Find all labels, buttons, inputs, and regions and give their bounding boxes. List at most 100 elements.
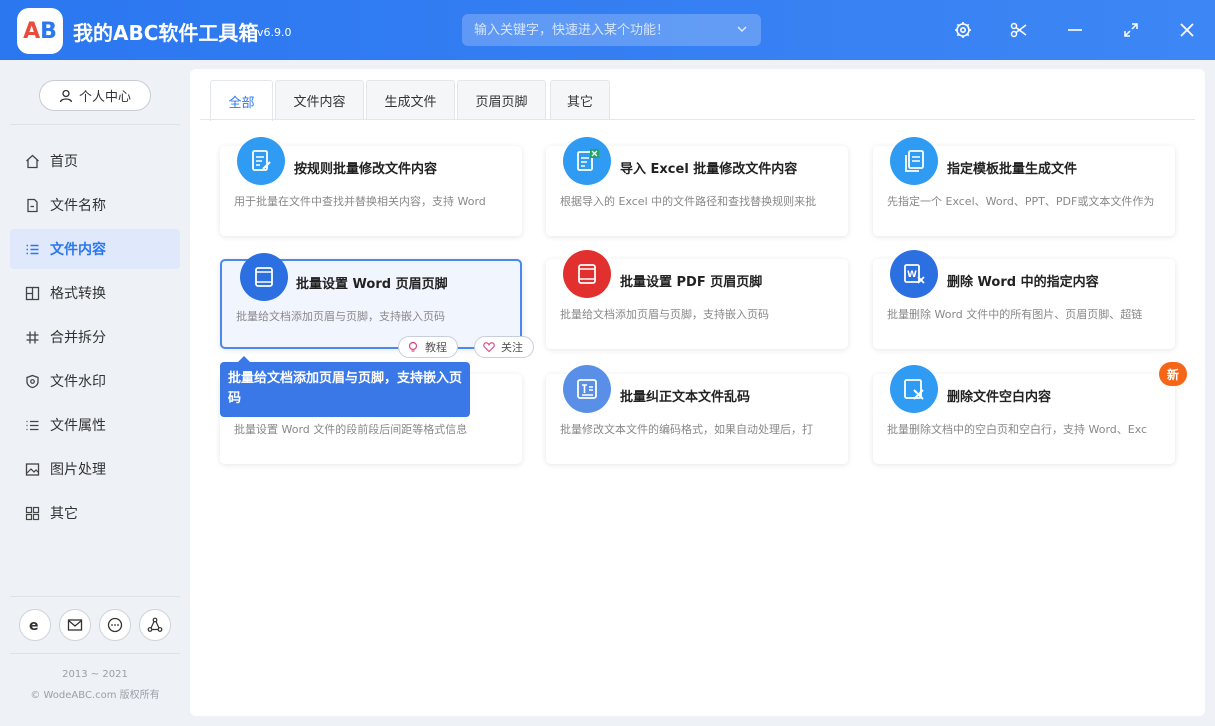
sidebar-item-label: 文件水印 [50,371,106,391]
excel-edit-icon [563,137,611,185]
sidebar-item-label: 合并拆分 [50,327,106,347]
sidebar-item-label: 文件内容 [50,239,106,259]
minimize-icon[interactable] [1065,20,1085,40]
logo-letter-a: A [23,19,40,44]
search-box[interactable] [462,14,761,46]
settings-icon[interactable] [953,20,973,40]
chat-button[interactable] [99,609,131,641]
share-icon [147,617,163,633]
card-description: 批量删除 Word 文件中的所有图片、页眉页脚、超链 [887,306,1163,322]
follow-button[interactable]: 关注 [474,336,534,358]
card-description: 先指定一个 Excel、Word、PPT、PDF或文本文件作为 [887,193,1163,209]
tab-divider [200,119,1195,120]
card-title: 按规则批量修改文件内容 [294,158,437,177]
sidebar-item-label: 图片处理 [50,459,106,479]
mail-button[interactable] [59,609,91,641]
scissors-icon[interactable] [1009,20,1029,40]
tab-all[interactable]: 全部 [210,80,273,121]
maximize-icon[interactable] [1121,20,1141,40]
card-template-generate[interactable]: 指定模板批量生成文件 先指定一个 Excel、Word、PPT、PDF或文本文件… [873,146,1175,236]
card-pdf-header-footer[interactable]: 批量设置 PDF 页眉页脚 批量给文档添加页眉与页脚，支持嵌入页码 [546,259,848,349]
header-footer-icon [240,253,288,301]
card-import-excel-replace[interactable]: 导入 Excel 批量修改文件内容 根据导入的 Excel 中的文件路径和查找替… [546,146,848,236]
sidebar-item-merge-split[interactable]: 合并拆分 [10,317,180,357]
pdf-header-footer-icon [563,250,611,298]
home-icon [25,154,40,169]
copyright-text: © WodeABC.com 版权所有 [0,686,190,701]
file-name-icon [25,198,40,213]
card-title: 批量设置 Word 页眉页脚 [296,273,448,292]
divider [10,124,180,125]
chat-icon [107,617,123,633]
card-word-header-footer[interactable]: 批量设置 Word 页眉页脚 批量给文档添加页眉与页脚，支持嵌入页码 [220,259,522,349]
copyright-years: 2013 ~ 2021 [0,669,190,680]
copy-documents-icon [890,137,938,185]
tooltip: 批量给文档添加页眉与页脚，支持嵌入页码 [220,362,470,417]
divider [10,653,180,654]
card-replace-by-rule[interactable]: 按规则批量修改文件内容 用于批量在文件中查找并替换相关内容，支持 Word [220,146,522,236]
tutorial-button[interactable]: 教程 [398,336,458,358]
card-delete-blank-content[interactable]: 删除文件空白内容 批量删除文档中的空白页和空白行，支持 Word、Exc [873,374,1175,464]
sidebar-item-image[interactable]: 图片处理 [10,449,180,489]
share-button[interactable] [139,609,171,641]
card-title: 批量纠正文本文件乱码 [620,386,750,405]
ie-icon: e [27,617,43,633]
sidebar-item-label: 格式转换 [50,283,106,303]
text-document-icon [563,365,611,413]
divider [10,596,180,597]
sidebar-item-format-convert[interactable]: 格式转换 [10,273,180,313]
sidebar: 个人中心 首页 文件名称 文件内容 格式转换 合并拆分 文件水印 文件属性 图片… [0,60,190,726]
card-title: 指定模板批量生成文件 [947,158,1077,177]
lightbulb-icon [407,341,419,353]
sidebar-item-file-properties[interactable]: 文件属性 [10,405,180,445]
card-description: 批量给文档添加页眉与页脚，支持嵌入页码 [560,306,836,322]
card-title: 批量设置 PDF 页眉页脚 [620,271,762,290]
search-input[interactable] [462,14,722,46]
follow-label: 关注 [501,339,523,355]
sidebar-item-label: 文件属性 [50,415,106,435]
mail-icon [67,617,83,633]
sidebar-item-file-content[interactable]: 文件内容 [10,229,180,269]
user-center-button[interactable]: 个人中心 [39,80,151,111]
sidebar-item-other[interactable]: 其它 [10,493,180,533]
heart-icon [483,341,495,353]
word-delete-icon: W [890,250,938,298]
card-description: 批量设置 Word 文件的段前段后间距等格式信息 [234,421,510,437]
image-icon [25,462,40,477]
title-bar: AB 我的ABC软件工具箱 v6.9.0 [0,0,1215,60]
tab-file-content[interactable]: 文件内容 [275,80,364,120]
new-badge: 新 [1159,362,1187,386]
card-delete-word-content[interactable]: W 删除 Word 中的指定内容 批量删除 Word 文件中的所有图片、页眉页脚… [873,259,1175,349]
delete-blank-icon [890,365,938,413]
card-description: 根据导入的 Excel 中的文件路径和查找替换规则来批 [560,193,836,209]
tab-generate-file[interactable]: 生成文件 [366,80,455,120]
svg-text:W: W [907,270,917,280]
grid-icon [25,506,40,521]
sidebar-item-home[interactable]: 首页 [10,141,180,181]
close-icon[interactable] [1177,20,1197,40]
app-version: v6.9.0 [257,26,292,39]
card-description: 批量修改文本文件的编码格式，如果自动处理后，打 [560,421,836,437]
card-title: 删除文件空白内容 [947,386,1051,405]
app-logo: AB [17,8,63,54]
card-description: 用于批量在文件中查找并替换相关内容，支持 Word [234,193,510,209]
app-title: 我的ABC软件工具箱 [73,17,258,46]
edit-document-icon [237,137,285,185]
list-icon [25,242,40,257]
ie-browser-button[interactable]: e [19,609,51,641]
user-icon [59,89,73,103]
card-description: 批量删除文档中的空白页和空白行，支持 Word、Exc [887,421,1163,437]
sidebar-item-file-name[interactable]: 文件名称 [10,185,180,225]
sidebar-item-label: 首页 [50,151,78,171]
card-description: 批量给文档添加页眉与页脚，支持嵌入页码 [236,308,512,324]
tab-other[interactable]: 其它 [550,80,610,120]
sidebar-item-label: 文件名称 [50,195,106,215]
card-title: 删除 Word 中的指定内容 [947,271,1099,290]
svg-text:e: e [29,618,39,633]
convert-icon [25,286,40,301]
hash-icon [25,330,40,345]
tab-header-footer[interactable]: 页眉页脚 [457,80,546,120]
card-fix-text-encoding[interactable]: 批量纠正文本文件乱码 批量修改文本文件的编码格式，如果自动处理后，打 [546,374,848,464]
chevron-down-icon[interactable] [735,22,749,36]
sidebar-item-watermark[interactable]: 文件水印 [10,361,180,401]
